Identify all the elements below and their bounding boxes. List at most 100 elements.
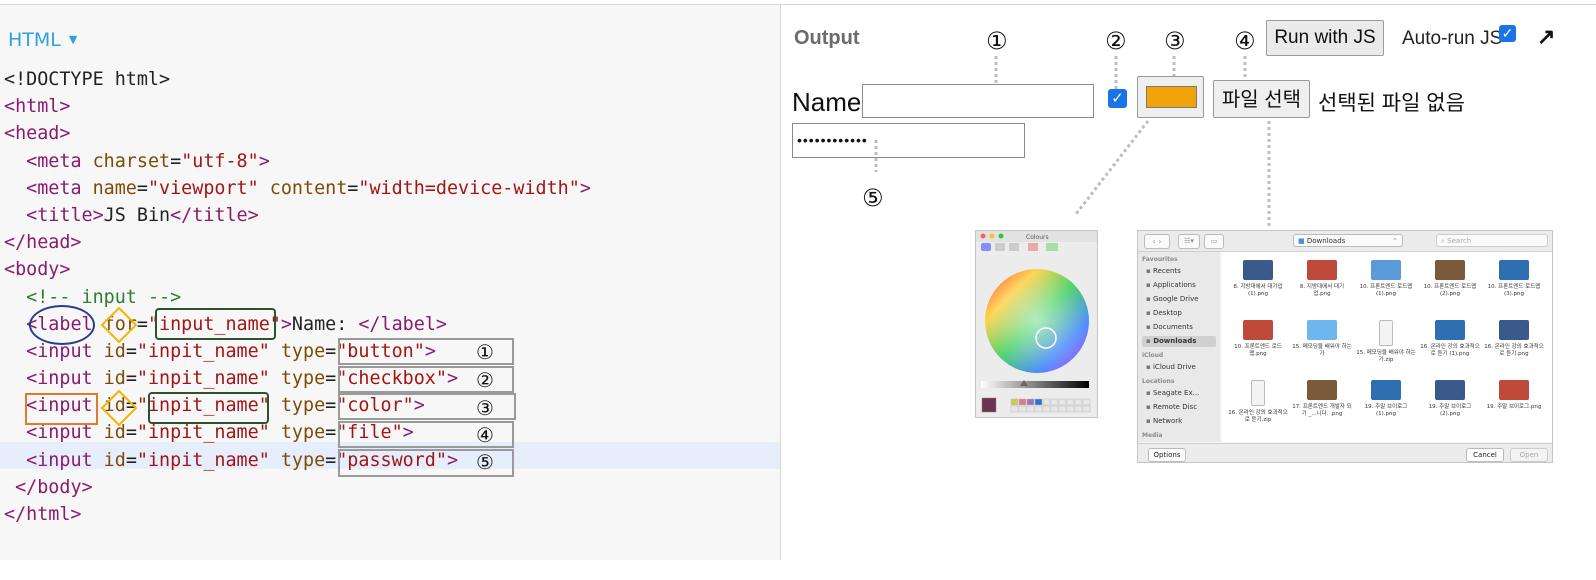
- sidebar-item[interactable]: ▪ Google Drive: [1142, 294, 1216, 305]
- image-thumbnail: [1435, 380, 1465, 400]
- location-label: Downloads: [1306, 237, 1346, 245]
- sidebar-item-label: Applications: [1152, 281, 1196, 289]
- code-token: type: [280, 422, 326, 444]
- file-item[interactable]: 15. 메모딩을 배워야 하는가.zip: [1356, 320, 1416, 376]
- code-line[interactable]: <html>: [4, 93, 591, 120]
- output-checkbox[interactable]: ✓: [1108, 89, 1127, 108]
- callout-3: ③: [1164, 27, 1186, 55]
- file-name: 16. 온라인 강의 효과적으로 듣기 (1).png: [1420, 344, 1480, 357]
- code-token: =: [325, 422, 337, 444]
- view-options-button[interactable]: ☷▾: [1178, 234, 1200, 249]
- sidebar-item-icon: ▪: [1146, 389, 1153, 397]
- location-dropdown[interactable]: ■ Downloads ⌃: [1293, 234, 1403, 247]
- code-line[interactable]: <body>: [4, 256, 591, 283]
- choose-file-button[interactable]: 파일 선택: [1213, 80, 1310, 118]
- sidebar-item-icon: ▪: [1146, 309, 1153, 317]
- file-name: 19. 주말 브이로그 (1).png: [1364, 404, 1408, 417]
- sidebar-item[interactable]: ▪ Recents: [1142, 266, 1216, 277]
- new-folder-icon[interactable]: ▭: [1204, 234, 1224, 249]
- file-item[interactable]: 15. 메모딩을 배워야 하는가: [1292, 320, 1352, 376]
- file-name: 10. 프론트엔드 로드맵.png: [1234, 344, 1282, 357]
- html-panel-tab[interactable]: HTML ▼: [8, 29, 77, 51]
- code-token: "inpit_name": [136, 422, 270, 444]
- sidebar-item-icon: ▪: [1146, 417, 1153, 425]
- file-item[interactable]: 16. 온라인 강의 효과적으로 듣기.png: [1484, 320, 1544, 376]
- file-item[interactable]: 19. 주말 브이로그 (2).png: [1420, 380, 1480, 436]
- sidebar-item[interactable]: ▪ Applications: [1142, 280, 1216, 291]
- cancel-button[interactable]: Cancel: [1466, 448, 1504, 462]
- code-token: <meta: [26, 150, 93, 172]
- file-item[interactable]: 17. 프론트엔드 개발자 되기 _...니다. .png: [1292, 380, 1352, 436]
- image-thumbnail: [1307, 260, 1337, 280]
- file-name: 10. 프론트엔드 로드맵 (2).png: [1423, 284, 1477, 297]
- code-token: <input: [26, 422, 104, 444]
- code-line[interactable]: <!-- input -->: [4, 284, 591, 311]
- code-token: <!-- input -->: [26, 286, 182, 308]
- code-line[interactable]: <!DOCTYPE html>: [4, 66, 591, 93]
- zip-file-icon: [1379, 320, 1393, 346]
- file-item[interactable]: 10. 프론트엔드 로드맵.png: [1228, 320, 1288, 376]
- image-thumbnail: [1435, 260, 1465, 280]
- file-item[interactable]: 10. 프론트엔드 로드맵 (2).png: [1420, 260, 1480, 316]
- code-line[interactable]: <meta charset="utf-8">: [4, 148, 591, 175]
- options-button[interactable]: Options: [1148, 448, 1186, 462]
- code-token: =: [125, 422, 137, 444]
- code-token: =: [170, 150, 182, 172]
- code-token: =: [125, 368, 137, 390]
- sidebar-item-label: Desktop: [1152, 309, 1182, 317]
- label-tag-oval: [29, 305, 95, 345]
- code-line[interactable]: </head>: [4, 229, 591, 256]
- file-item[interactable]: 8. 지방대에서 대기업 (1).png: [1228, 260, 1288, 316]
- sidebar-item[interactable]: ▪ Documents: [1142, 322, 1216, 333]
- file-item[interactable]: 10. 프론트엔드 로드맵 (3).png: [1484, 260, 1544, 316]
- code-token: <body>: [4, 259, 71, 281]
- sidebar-item[interactable]: ▪ Seagate Ex...: [1142, 388, 1216, 399]
- back-forward-buttons[interactable]: ‹ ›: [1144, 234, 1170, 249]
- open-button[interactable]: Open: [1510, 448, 1548, 462]
- autorun-label: Auto-run JS: [1402, 28, 1503, 49]
- file-item[interactable]: 19. 주말 브이로그 (1).png: [1356, 380, 1416, 436]
- sidebar-item-icon: ▪: [1146, 267, 1153, 275]
- autorun-checkbox[interactable]: ✓: [1499, 25, 1516, 42]
- code-line[interactable]: <meta name="viewport" content="width=dev…: [4, 175, 591, 202]
- search-field[interactable]: ⌕ Search: [1436, 234, 1548, 247]
- sidebar-item[interactable]: ▪ Desktop: [1142, 308, 1216, 319]
- expand-arrow-icon[interactable]: ↗: [1537, 24, 1555, 50]
- sidebar-item[interactable]: ▪ iCloud Drive: [1142, 362, 1216, 373]
- sidebar-section-header: Media: [1142, 432, 1163, 439]
- color-picker-input[interactable]: [1137, 76, 1204, 118]
- code-line[interactable]: <head>: [4, 120, 591, 147]
- sidebar-item[interactable]: ▪ Remote Disc: [1142, 402, 1216, 413]
- code-token: type: [280, 340, 326, 362]
- code-token: <meta: [26, 177, 93, 199]
- folder-icon: [1307, 320, 1337, 340]
- sidebar-item[interactable]: ▪ Network: [1142, 416, 1216, 427]
- colours-window-title: Colours: [1026, 234, 1049, 241]
- file-name: 17. 프론트엔드 개발자 되기 _...니다. .png: [1292, 404, 1352, 417]
- code-token: type: [280, 395, 326, 417]
- name-button-input[interactable]: [862, 84, 1094, 118]
- code-token: "inpit_name": [136, 449, 270, 471]
- file-item[interactable]: 8. 지방대에서 대기업.png: [1292, 260, 1352, 316]
- search-placeholder: Search: [1447, 237, 1472, 245]
- code-token: =: [125, 449, 137, 471]
- run-with-js-button[interactable]: Run with JS: [1266, 20, 1384, 56]
- file-item[interactable]: 10. 프론트엔드 로드맵 (1).png: [1356, 260, 1416, 316]
- sidebar-item-icon: ▪: [1146, 363, 1153, 371]
- file-item[interactable]: 16. 온라인 강의 효과적으로 듣기 (1).png: [1420, 320, 1480, 376]
- code-marker-4: ④: [476, 423, 494, 447]
- sidebar-item[interactable]: ▪ Downloads: [1142, 336, 1216, 347]
- chevron-down-icon[interactable]: ▼: [69, 33, 77, 46]
- file-item[interactable]: 19. 주말 브이로그.png: [1484, 380, 1544, 436]
- password-input[interactable]: ••••••••••••: [792, 123, 1025, 158]
- file-open-dialog[interactable]: ‹ › ☷▾ ▭ ■ Downloads ⌃ ⌕ Search Favourite…: [1137, 230, 1553, 463]
- code-line[interactable]: <title>JS Bin</title>: [4, 202, 591, 229]
- file-item[interactable]: 16. 온라인 강의 효과적으로 듣기.zip: [1228, 380, 1288, 436]
- code-line[interactable]: </body>: [4, 474, 591, 501]
- colours-picker-window[interactable]: Colours: [975, 230, 1098, 418]
- code-token: charset: [92, 150, 171, 172]
- code-line[interactable]: </html>: [4, 501, 591, 528]
